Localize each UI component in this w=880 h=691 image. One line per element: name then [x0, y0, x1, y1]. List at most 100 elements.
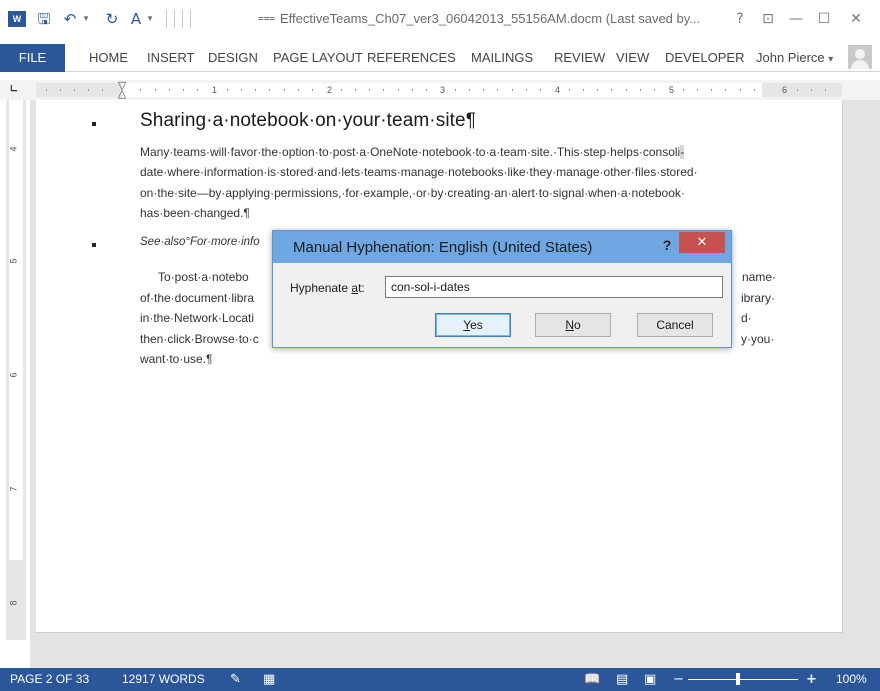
body-text-line: Many·teams·will·favor·the·option·to·post…: [140, 145, 685, 159]
tab-references[interactable]: REFERENCES: [367, 44, 456, 72]
ruler-tick: [102, 89, 103, 91]
ruler-tick: [797, 89, 798, 91]
document-title: EffectiveTeams_Ch07_ver3_06042013_55156A…: [280, 11, 701, 26]
zoom-slider[interactable]: [688, 679, 798, 680]
see-also-text[interactable]: See·also°For·more·info: [140, 236, 260, 248]
yes-button[interactable]: Yes: [435, 313, 511, 337]
tab-developer[interactable]: DEVELOPER: [665, 44, 744, 72]
horizontal-ruler[interactable]: ∟ ▽ △ 1 2 3 4 5 6: [0, 80, 880, 100]
macro-record-icon[interactable]: ▦: [263, 668, 275, 691]
ruler-number: 4: [555, 85, 561, 95]
hyphenate-at-input[interactable]: con-sol-i-dates: [385, 276, 723, 298]
close-icon[interactable]: ✕: [844, 7, 868, 31]
yes-label: es: [470, 318, 483, 332]
no-label: o: [573, 318, 581, 332]
body-text-fragment[interactable]: name·: [742, 270, 776, 284]
format-painter-icon[interactable]: A: [126, 8, 146, 30]
body-text-fragment[interactable]: d·: [741, 311, 752, 325]
body-text-line[interactable]: on·the·site—by·applying·permissions,·for…: [140, 186, 685, 200]
indent-marker-icon[interactable]: ▽ △: [115, 80, 129, 99]
body-text-line[interactable]: Many·teams·will·favor·the·option·to·post…: [140, 145, 685, 159]
ruler-tick: [697, 89, 698, 91]
tab-page-layout[interactable]: PAGE LAYOUT: [273, 44, 363, 72]
page-count[interactable]: PAGE 2 OF 33: [10, 668, 89, 691]
ruler-number: 8: [8, 600, 19, 606]
proofing-icon[interactable]: ✎: [230, 668, 241, 691]
web-layout-icon[interactable]: ▣: [644, 668, 656, 691]
ruler-tick: [412, 89, 413, 91]
document-heading[interactable]: Sharing·a·notebook·on·your·team·site¶: [140, 110, 476, 132]
tab-selector-icon[interactable]: ∟: [6, 82, 22, 98]
dialog-title: Manual Hyphenation: English (United Stat…: [293, 239, 593, 256]
ruler-number: 1: [212, 85, 218, 95]
zoom-in-button[interactable]: +: [806, 668, 817, 691]
save-icon[interactable]: 🖫: [34, 8, 54, 30]
word-count[interactable]: 12917 WORDS: [122, 668, 205, 691]
ruler-number: 7: [8, 486, 19, 492]
dialog-title-bar[interactable]: Manual Hyphenation: English (United Stat…: [273, 231, 731, 263]
undo-dropdown-icon[interactable]: ▾: [80, 8, 92, 30]
ruler-tick: [754, 89, 755, 91]
help-icon[interactable]: ?: [657, 233, 677, 257]
ruler-tick: [626, 89, 627, 91]
tab-view[interactable]: VIEW: [616, 44, 649, 72]
ruler-tick: [540, 89, 541, 91]
tab-file[interactable]: FILE: [0, 44, 65, 72]
status-bar: PAGE 2 OF 33 12917 WORDS ✎ ▦ 📖 ▤ ▣ − + 1…: [0, 668, 880, 691]
ruler-margin-right: [762, 83, 842, 97]
ruler-tick: [383, 89, 384, 91]
customize-qat-icon[interactable]: ⩶: [258, 8, 275, 30]
qat-separator: [182, 10, 183, 28]
body-text-line[interactable]: in·the·Network·Locati: [140, 311, 254, 325]
body-text-fragment[interactable]: ibrary·: [741, 291, 775, 305]
ruler-tick: [355, 89, 356, 91]
ribbon-tabs: FILE HOME INSERT DESIGN PAGE LAYOUT REFE…: [0, 38, 880, 72]
print-layout-icon[interactable]: ▤: [616, 668, 628, 691]
zoom-level[interactable]: 100%: [836, 668, 867, 691]
body-text-line[interactable]: To·post·a·notebo: [158, 270, 249, 284]
document-page[interactable]: [36, 100, 843, 633]
ruler-tick: [611, 89, 612, 91]
manual-hyphenation-dialog: Manual Hyphenation: English (United Stat…: [272, 230, 732, 348]
body-text-line[interactable]: of·the·document·libra: [140, 291, 254, 305]
zoom-out-button[interactable]: −: [673, 668, 684, 691]
avatar[interactable]: [848, 45, 872, 69]
redo-icon[interactable]: ↻: [102, 8, 122, 30]
ruler-number: 5: [8, 258, 19, 264]
read-mode-icon[interactable]: 📖: [584, 668, 600, 691]
ruler-number: 2: [327, 85, 333, 95]
no-button[interactable]: No: [535, 313, 611, 337]
tab-design[interactable]: DESIGN: [208, 44, 258, 72]
body-text-line[interactable]: then·click·Browse·to·c: [140, 332, 259, 346]
body-text-line[interactable]: want·to·use.¶: [140, 352, 212, 366]
ruler-tick: [455, 89, 456, 91]
tab-review[interactable]: REVIEW: [554, 44, 605, 72]
vertical-ruler[interactable]: 4 5 6 7 8: [6, 100, 26, 640]
body-text-line[interactable]: date·where·information·is·stored·and·let…: [140, 165, 698, 179]
ribbon-display-icon[interactable]: ⊡: [756, 7, 780, 31]
ruler-tick: [241, 89, 242, 91]
format-dropdown-icon[interactable]: ▾: [144, 8, 156, 30]
body-text-line[interactable]: has·been·changed.¶: [140, 206, 250, 220]
ruler-tick: [725, 89, 726, 91]
help-button[interactable]: ?: [728, 7, 752, 31]
tab-mailings[interactable]: MAILINGS: [471, 44, 533, 72]
undo-icon[interactable]: ↶: [60, 8, 80, 30]
zoom-slider-thumb[interactable]: [736, 673, 740, 685]
word-window: W 🖫 ↶ ▾ ↻ A ▾ ⩶ EffectiveTeams_Ch07_ver3…: [0, 0, 880, 691]
close-icon[interactable]: ✕: [679, 232, 725, 253]
maximize-icon[interactable]: ☐: [812, 7, 836, 31]
cancel-button[interactable]: Cancel: [637, 313, 713, 337]
tab-insert[interactable]: INSERT: [147, 44, 194, 72]
user-account[interactable]: John Pierce ▾: [756, 44, 833, 74]
ruler-tick: [369, 89, 370, 91]
word-icon[interactable]: W: [8, 11, 26, 27]
tab-home[interactable]: HOME: [89, 44, 128, 72]
ruler-tick: [426, 89, 427, 91]
ruler-tick: [140, 89, 141, 91]
ruler-number: 6: [8, 372, 19, 378]
ruler-tick: [183, 89, 184, 91]
minimize-icon[interactable]: —: [784, 7, 808, 31]
body-text-fragment[interactable]: y·you·: [741, 332, 774, 346]
ruler-number: 6: [782, 85, 788, 95]
